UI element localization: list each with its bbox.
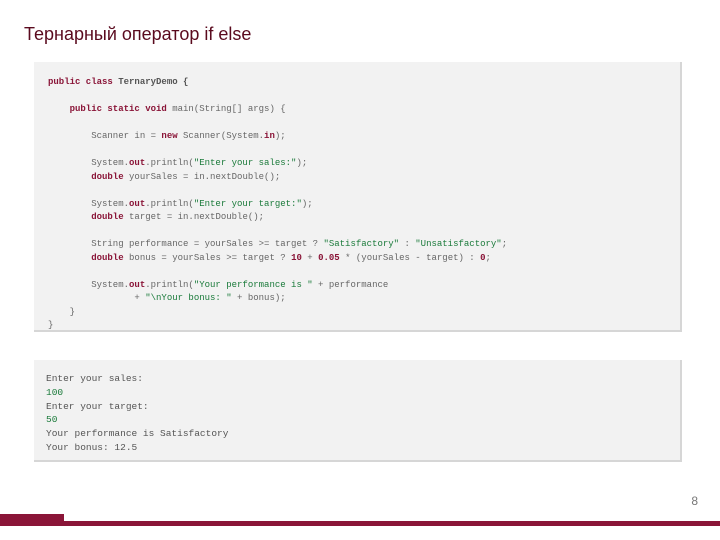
slide-title: Тернарный оператор if else: [24, 24, 251, 45]
code-token: );: [302, 199, 313, 209]
code-token: "Enter your sales:": [194, 158, 297, 168]
code-token: public class: [48, 77, 113, 87]
code-token: ;: [486, 253, 491, 263]
code-token: System.: [48, 280, 129, 290]
code-token: "\nYour bonus: ": [145, 293, 231, 303]
code-token: ;: [502, 239, 507, 249]
code-token: public static void: [48, 104, 167, 114]
code-token: Scanner in =: [48, 131, 161, 141]
code-token: in: [264, 131, 275, 141]
code-token: new: [161, 131, 177, 141]
code-token: + bonus);: [232, 293, 286, 303]
code-token: +: [302, 253, 318, 263]
code-token: 10: [291, 253, 302, 263]
code-token: );: [296, 158, 307, 168]
code-token: .println(: [145, 199, 194, 209]
code-token: yourSales = in.nextDouble();: [124, 172, 281, 182]
code-token: .println(: [145, 280, 194, 290]
code-token: .println(: [145, 158, 194, 168]
code-token: TernaryDemo {: [113, 77, 189, 87]
output-line: Enter your target:: [46, 401, 149, 412]
code-token: "Unsatisfactory": [415, 239, 501, 249]
code-token: out: [129, 158, 145, 168]
code-token: }: [48, 307, 75, 317]
code-token: bonus = yourSales >= target ?: [124, 253, 291, 263]
code-token: double: [48, 253, 124, 263]
code-token: :: [399, 239, 415, 249]
output-line: 100: [46, 387, 63, 398]
code-token: "Your performance is ": [194, 280, 313, 290]
code-block: public class TernaryDemo { public static…: [34, 62, 682, 332]
output-line: Enter your sales:: [46, 373, 143, 384]
code-token: String performance = yourSales >= target…: [48, 239, 323, 249]
code-token: System.: [48, 158, 129, 168]
code-token: out: [129, 199, 145, 209]
output-line: 50: [46, 414, 57, 425]
output-line: Your bonus: 12.5: [46, 442, 137, 453]
code-token: target = in.nextDouble();: [124, 212, 264, 222]
code-token: );: [275, 131, 286, 141]
code-token: + performance: [313, 280, 389, 290]
code-token: 0.05: [318, 253, 340, 263]
output-block: Enter your sales: 100 Enter your target:…: [34, 360, 682, 462]
code-token: }: [48, 320, 53, 330]
output-line: Your performance is Satisfactory: [46, 428, 228, 439]
code-token: main(String[] args) {: [167, 104, 286, 114]
code-token: "Satisfactory": [323, 239, 399, 249]
code-token: Scanner(System.: [178, 131, 264, 141]
code-token: "Enter your target:": [194, 199, 302, 209]
code-token: out: [129, 280, 145, 290]
code-token: * (yourSales - target) :: [340, 253, 480, 263]
code-token: double: [48, 172, 124, 182]
page-number: 8: [691, 494, 698, 508]
slide: Тернарный оператор if else public class …: [0, 0, 720, 540]
footer-accent-bar: [0, 521, 720, 526]
code-token: double: [48, 212, 124, 222]
code-token: System.: [48, 199, 129, 209]
code-token: +: [48, 293, 145, 303]
